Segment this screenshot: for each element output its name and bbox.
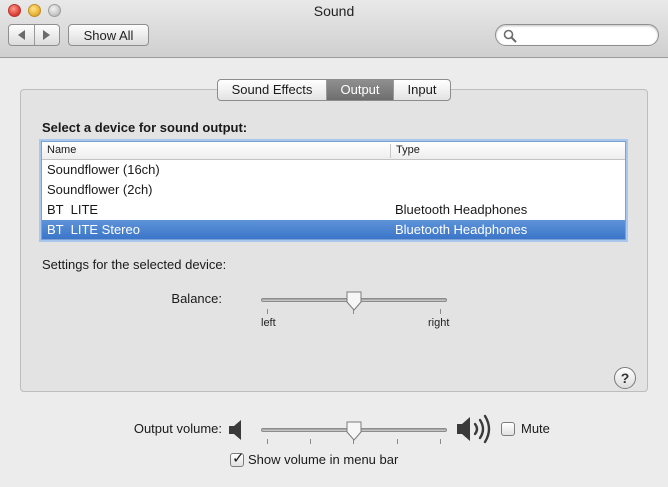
mute-checkbox[interactable] [501, 421, 515, 436]
output-volume-slider[interactable] [261, 421, 447, 453]
slider-tick [397, 439, 398, 444]
balance-label: Balance: [171, 291, 222, 306]
slider-tick [267, 309, 268, 314]
table-header: Name Type [42, 142, 625, 160]
search-input[interactable] [518, 27, 652, 43]
device-row[interactable]: Soundflower (2ch) [42, 180, 625, 200]
device-row-selected[interactable]: BT LITE Stereo Bluetooth Headphones [42, 220, 625, 239]
slider-tick [440, 309, 441, 314]
volume-slider-thumb[interactable] [345, 421, 363, 441]
window-title: Sound [313, 3, 355, 19]
device-type: Bluetooth Headphones [395, 222, 528, 237]
column-header-name[interactable]: Name [47, 144, 76, 156]
balance-right-label: right [428, 317, 450, 329]
mute-label: Mute [521, 421, 550, 436]
device-name: Soundflower (16ch) [47, 162, 160, 177]
device-name: BT LITE Stereo [47, 222, 140, 237]
show-volume-menu-bar-control[interactable]: ✓ Show volume in menu bar [230, 449, 399, 467]
balance-slider[interactable] [261, 291, 447, 323]
sound-preferences-window: Sound Show All Sound Effects Output Inpu… [0, 0, 668, 487]
title-bar: Sound Show All [0, 0, 668, 58]
back-forward-control [8, 24, 60, 46]
balance-left-label: left [261, 317, 276, 329]
show-all-button[interactable]: Show All [68, 24, 149, 46]
show-volume-checkbox[interactable]: ✓ [230, 449, 245, 467]
tab-sound-effects[interactable]: Sound Effects [218, 80, 326, 100]
device-name: Soundflower (2ch) [47, 182, 153, 197]
slider-tick [440, 439, 441, 444]
show-volume-label: Show volume in menu bar [248, 452, 399, 467]
output-volume-label: Output volume: [133, 421, 222, 436]
slider-tick [267, 439, 268, 444]
column-header-type[interactable]: Type [396, 144, 420, 156]
tab-input[interactable]: Input [393, 80, 450, 100]
search-field[interactable] [495, 24, 659, 46]
tab-output[interactable]: Output [326, 80, 393, 100]
output-device-table[interactable]: Name Type Soundflower (16ch) Soundflower… [41, 141, 626, 240]
device-row[interactable]: BT LITE Bluetooth Headphones [42, 200, 625, 220]
device-settings-heading: Settings for the selected device: [42, 257, 227, 272]
device-name: BT LITE [47, 202, 99, 217]
speaker-high-icon [457, 414, 491, 444]
forward-button[interactable] [33, 25, 60, 45]
back-button[interactable] [9, 25, 34, 45]
slider-tick [310, 439, 311, 444]
forward-arrow-icon [43, 30, 51, 40]
output-device-heading: Select a device for sound output: [42, 120, 248, 135]
pane-tabs: Sound Effects Output Input [217, 79, 451, 101]
column-divider [390, 144, 391, 158]
help-button[interactable]: ? [614, 367, 636, 389]
search-icon [503, 29, 517, 43]
checkmark-icon: ✓ [232, 449, 245, 467]
speaker-low-icon [229, 420, 241, 440]
mute-checkbox-control[interactable]: Mute [501, 421, 550, 436]
device-row[interactable]: Soundflower (16ch) [42, 160, 625, 180]
back-arrow-icon [17, 30, 25, 40]
device-type: Bluetooth Headphones [395, 202, 528, 217]
balance-slider-thumb[interactable] [345, 291, 363, 311]
